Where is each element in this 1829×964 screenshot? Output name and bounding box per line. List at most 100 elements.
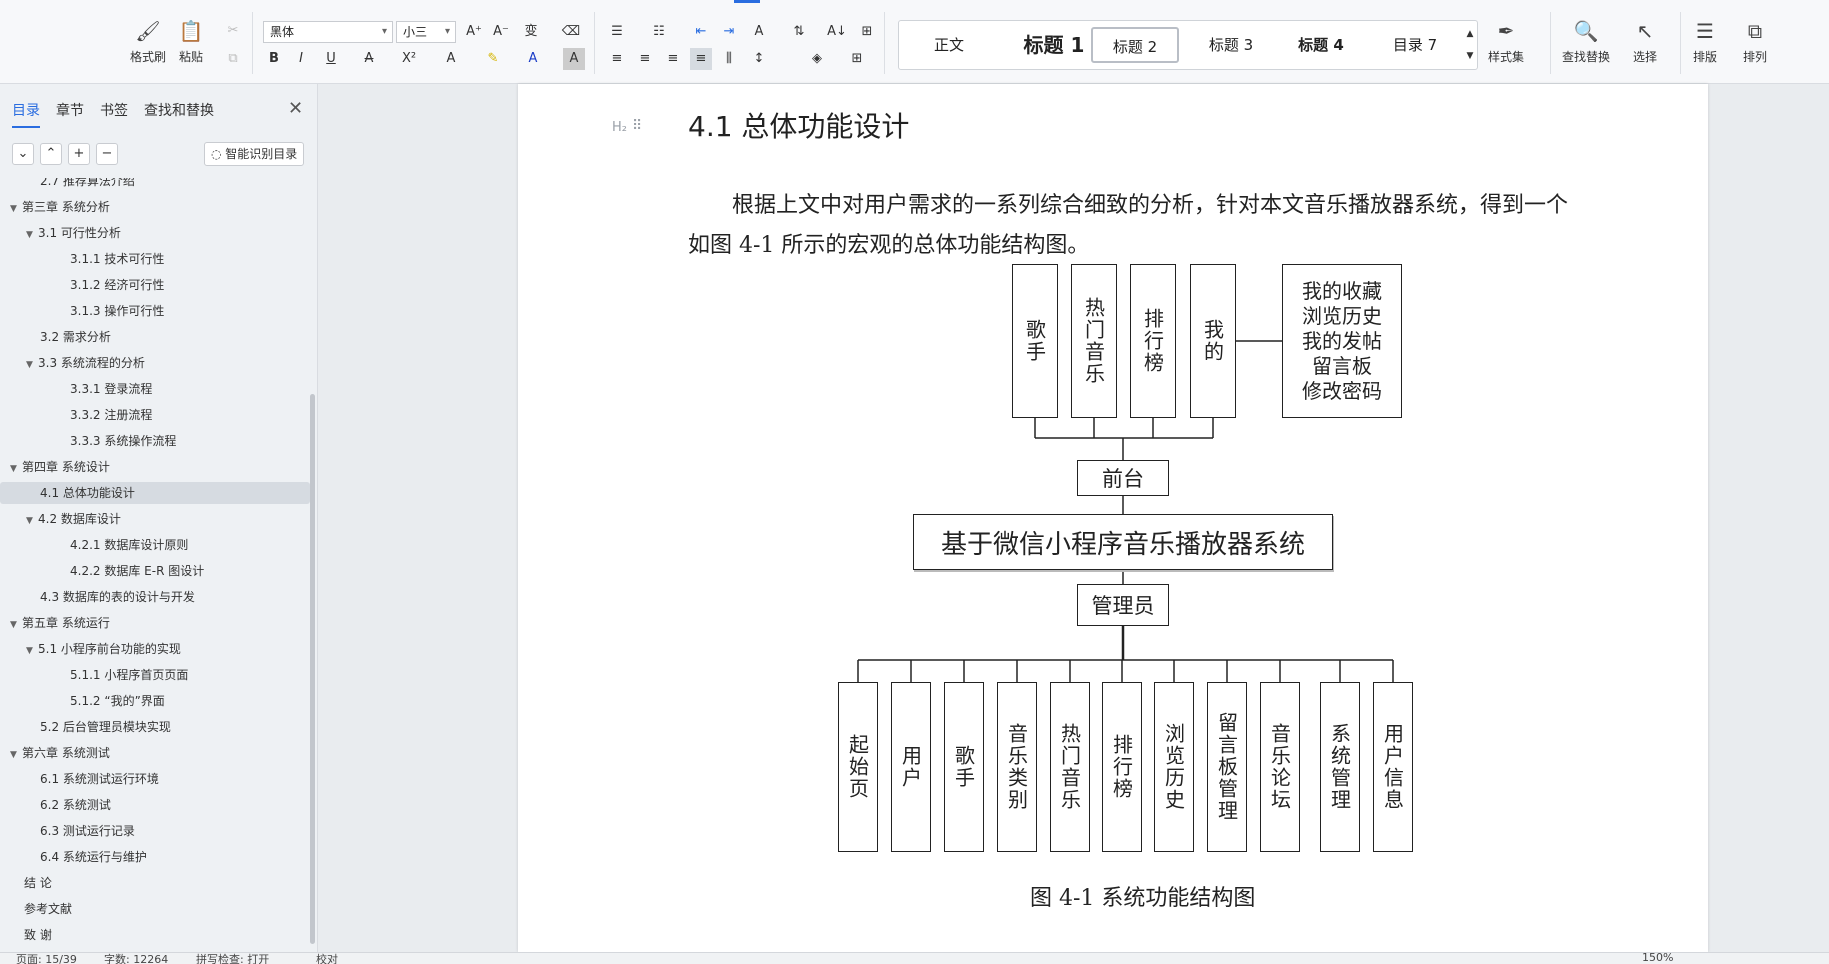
strikethrough-icon[interactable]: A — [358, 48, 380, 70]
proofread-button[interactable]: 校对 — [316, 951, 338, 964]
justify-icon[interactable]: ≡ — [690, 48, 712, 70]
format-painter-button[interactable]: 🖌 格式刷 — [130, 18, 166, 65]
font-size-select[interactable]: 小三 ▾ — [396, 21, 456, 43]
toc-item[interactable]: ▼ 3.3 系统流程的分析 — [0, 352, 310, 374]
style-scroll-down-icon[interactable]: ▼ — [1459, 45, 1481, 67]
align-center-icon[interactable]: ≡ — [634, 48, 656, 70]
paste-button[interactable]: 📋 粘贴 — [178, 18, 204, 65]
style-heading-2[interactable]: 标题 2 — [1091, 27, 1179, 63]
align-left-icon[interactable]: ≡ — [606, 48, 628, 70]
distributed-icon[interactable]: ⫼ — [718, 48, 740, 70]
toc-item[interactable]: 4.2.1 数据库设计原则 — [0, 534, 310, 556]
remove-heading-icon[interactable]: − — [96, 143, 118, 165]
tab-sections[interactable]: 章节 — [56, 100, 84, 128]
collapse-toggle-icon[interactable]: ▼ — [26, 640, 38, 662]
tab-toc[interactable]: 目录 — [12, 100, 40, 128]
text-direction-icon[interactable]: A — [748, 21, 770, 43]
toc-item[interactable]: 3.3.1 登录流程 — [0, 378, 310, 400]
bold-icon[interactable]: B — [263, 48, 285, 70]
grow-font-icon[interactable]: A⁺ — [463, 21, 485, 43]
style-heading-4[interactable]: 标题 4 — [1281, 27, 1361, 63]
toc-item[interactable]: ▼ 5.1 小程序前台功能的实现 — [0, 638, 310, 660]
collapse-toggle-icon[interactable]: ▼ — [10, 458, 22, 480]
word-count[interactable]: 字数: 12264 — [104, 951, 168, 964]
line-spacing-icon[interactable]: ↕ — [748, 48, 770, 70]
toc-item[interactable]: 3.1.2 经济可行性 — [0, 274, 310, 296]
font-color-icon[interactable]: A — [522, 48, 544, 70]
collapse-toggle-icon[interactable]: ▼ — [26, 510, 38, 532]
align-right-icon[interactable]: ≡ — [662, 48, 684, 70]
figure-caption[interactable]: 图 4-1 系统功能结构图 — [1030, 880, 1255, 912]
decrease-indent-icon[interactable]: ⇤ — [690, 21, 712, 43]
text-effect-icon[interactable]: A — [440, 48, 462, 70]
style-set-button[interactable]: ✒ 样式集 — [1488, 18, 1524, 65]
collapse-toggle-icon[interactable]: ▼ — [26, 224, 38, 246]
font-family-select[interactable]: 黑体 ▾ — [263, 21, 393, 43]
select-button[interactable]: ↖ 选择 — [1632, 18, 1658, 65]
collapse-all-icon[interactable]: ⌃ — [40, 143, 62, 165]
numbered-list-icon[interactable]: ☷ — [648, 21, 670, 43]
highlight-icon[interactable]: ✎ — [482, 48, 504, 70]
collapse-toggle-icon[interactable]: ▼ — [10, 198, 22, 220]
body-paragraph[interactable]: 根据上文中对用户需求的一系列综合细致的分析，针对本文音乐播放器系统，得到一个如图… — [688, 186, 1568, 266]
toc-item[interactable]: 参考文献 — [0, 898, 310, 920]
spell-check-status[interactable]: 拼写检查: 打开 — [196, 951, 269, 964]
toc-item[interactable]: ▼ 4.2 数据库设计 — [0, 508, 310, 530]
toc-item[interactable]: ▼ 第四章 系统设计 — [0, 456, 310, 478]
toc-item[interactable]: 5.2 后台管理员模块实现 — [0, 716, 310, 738]
toc-item[interactable]: 5.1.1 小程序首页页面 — [0, 664, 310, 686]
toc-item[interactable]: ▼ 第三章 系统分析 — [0, 196, 310, 218]
toc-item[interactable]: 4.1 总体功能设计 — [0, 482, 310, 504]
toc-item[interactable]: 致 谢 — [0, 924, 310, 946]
cut-icon[interactable]: ✂ — [222, 20, 244, 42]
toc-item[interactable]: 3.1.1 技术可行性 — [0, 248, 310, 270]
tab-bookmarks[interactable]: 书签 — [100, 100, 128, 128]
toc-item[interactable]: 6.4 系统运行与维护 — [0, 846, 310, 868]
find-replace-button[interactable]: 🔍 查找替换 — [1562, 18, 1610, 65]
toc-item[interactable]: 5.1.2 “我的”界面 — [0, 690, 310, 712]
clear-format-icon[interactable]: ⌫ — [560, 21, 582, 43]
toc-item[interactable]: ▼ 3.1 可行性分析 — [0, 222, 310, 244]
sort-icon[interactable]: ⇅ — [788, 21, 810, 43]
bullet-list-icon[interactable]: ☰ — [606, 21, 628, 43]
arrange-button[interactable]: ⧉ 排列 — [1742, 18, 1768, 65]
toc-item[interactable]: 4.2.2 数据库 E-R 图设计 — [0, 560, 310, 582]
close-icon[interactable]: ✕ — [288, 98, 303, 119]
border-icon[interactable]: ⊞ — [846, 48, 868, 70]
style-toc-7[interactable]: 目录 7 — [1375, 27, 1455, 63]
underline-icon[interactable]: U — [320, 48, 342, 70]
toc-item[interactable]: ▼ 第六章 系统测试 — [0, 742, 310, 764]
smart-toc-button[interactable]: ◌ 智能识别目录 — [204, 142, 305, 166]
add-heading-icon[interactable]: + — [68, 143, 90, 165]
toc-item[interactable]: 3.1.3 操作可行性 — [0, 300, 310, 322]
zoom-level[interactable]: 150% — [1642, 951, 1673, 964]
toc-item[interactable]: 6.3 测试运行记录 — [0, 820, 310, 842]
toc-item[interactable]: ▼ 第五章 系统运行 — [0, 612, 310, 634]
collapse-toggle-icon[interactable]: ▼ — [10, 614, 22, 636]
collapse-toggle-icon[interactable]: ▼ — [10, 744, 22, 766]
style-normal[interactable]: 正文 — [919, 27, 979, 63]
phonetic-icon[interactable]: 变 — [520, 21, 542, 43]
nav-scrollbar[interactable] — [310, 394, 315, 944]
expand-all-icon[interactable]: ⌄ — [12, 143, 34, 165]
toc-item[interactable]: 3.2 需求分析 — [0, 326, 310, 348]
toc-item[interactable]: 2.7 推荐算法介绍 — [0, 178, 310, 192]
tab-find-replace[interactable]: 查找和替换 — [144, 100, 214, 128]
toc-item[interactable]: 6.1 系统测试运行环境 — [0, 768, 310, 790]
section-heading[interactable]: 4.1 总体功能设计 — [688, 105, 909, 145]
style-heading-3[interactable]: 标题 3 — [1191, 27, 1271, 63]
toc-item[interactable]: 结 论 — [0, 872, 310, 894]
toc-item[interactable]: 3.3.2 注册流程 — [0, 404, 310, 426]
char-shading-icon[interactable]: A — [563, 48, 585, 70]
show-marks-icon[interactable]: ⊞ — [856, 21, 878, 43]
sort-az-icon[interactable]: A↓ — [826, 21, 848, 43]
drag-handle-icon[interactable]: ⠿ — [632, 118, 642, 134]
shading-icon[interactable]: ◈ — [806, 48, 828, 70]
page-indicator[interactable]: 页面: 15/39 — [16, 951, 77, 964]
copy-icon[interactable]: ⧉ — [222, 48, 244, 70]
style-scroll-up-icon[interactable]: ▲ — [1459, 23, 1481, 45]
toc-item[interactable]: 6.2 系统测试 — [0, 794, 310, 816]
collapse-toggle-icon[interactable]: ▼ — [26, 354, 38, 376]
shrink-font-icon[interactable]: A⁻ — [490, 21, 512, 43]
superscript-icon[interactable]: X² — [398, 48, 420, 70]
